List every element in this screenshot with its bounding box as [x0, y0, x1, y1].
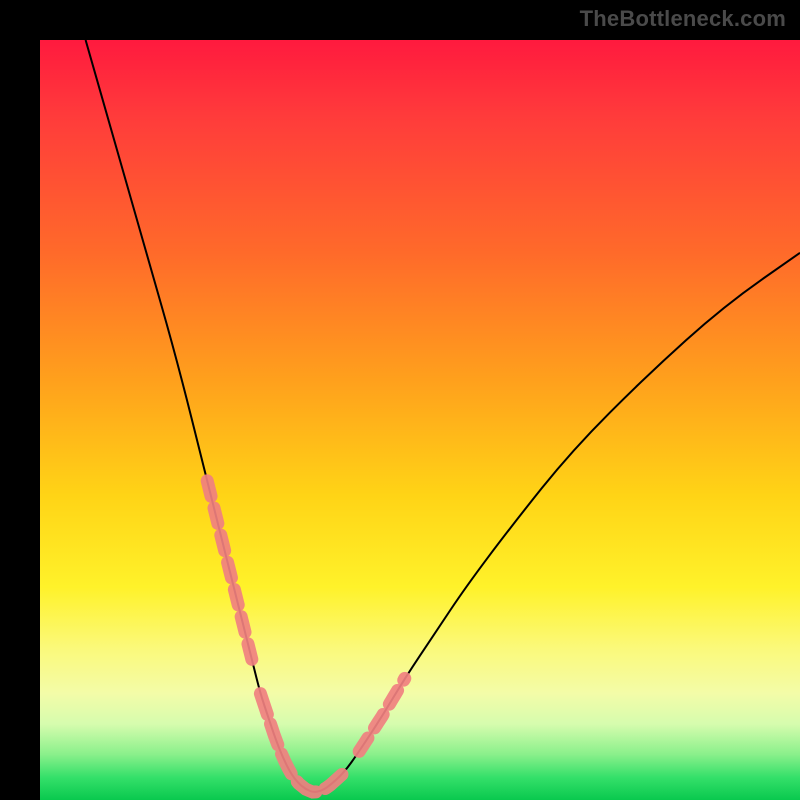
plot-area — [40, 40, 800, 800]
curve-path — [86, 40, 800, 792]
curve-marker-segment — [359, 678, 405, 751]
watermark-text: TheBottleneck.com — [580, 6, 786, 32]
chart-frame: TheBottleneck.com — [0, 0, 800, 800]
curve-marker-segment — [260, 694, 344, 792]
bottleneck-curve — [40, 40, 800, 800]
curve-marker-segment — [207, 481, 253, 663]
